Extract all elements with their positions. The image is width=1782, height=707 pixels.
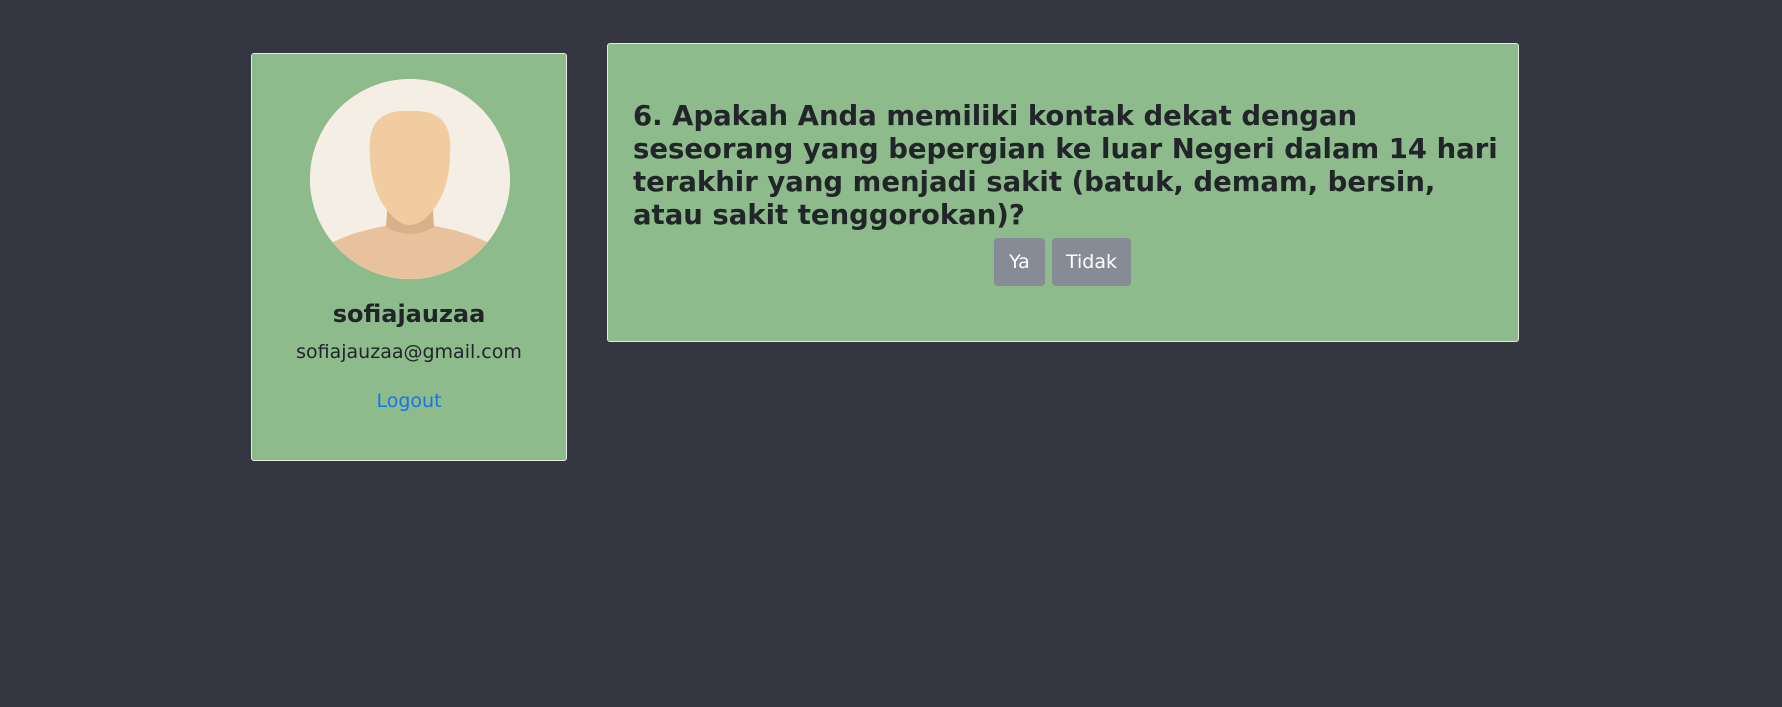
question-text: 6. Apakah Anda memiliki kontak dekat den… [633, 100, 1498, 231]
profile-card: sofiajauzaa sofiajauzaa@gmail.com Logout [251, 53, 567, 461]
yes-button[interactable]: Ya [994, 238, 1045, 286]
username: sofiajauzaa [332, 300, 486, 328]
logout-link[interactable]: Logout [252, 390, 566, 412]
user-email: sofiajauzaa@gmail.com [296, 341, 522, 363]
avatar-illustration [310, 79, 510, 279]
no-button[interactable]: Tidak [1052, 238, 1131, 286]
avatar-icon [310, 79, 510, 279]
question-card: 6. Apakah Anda memiliki kontak dekat den… [607, 43, 1519, 342]
